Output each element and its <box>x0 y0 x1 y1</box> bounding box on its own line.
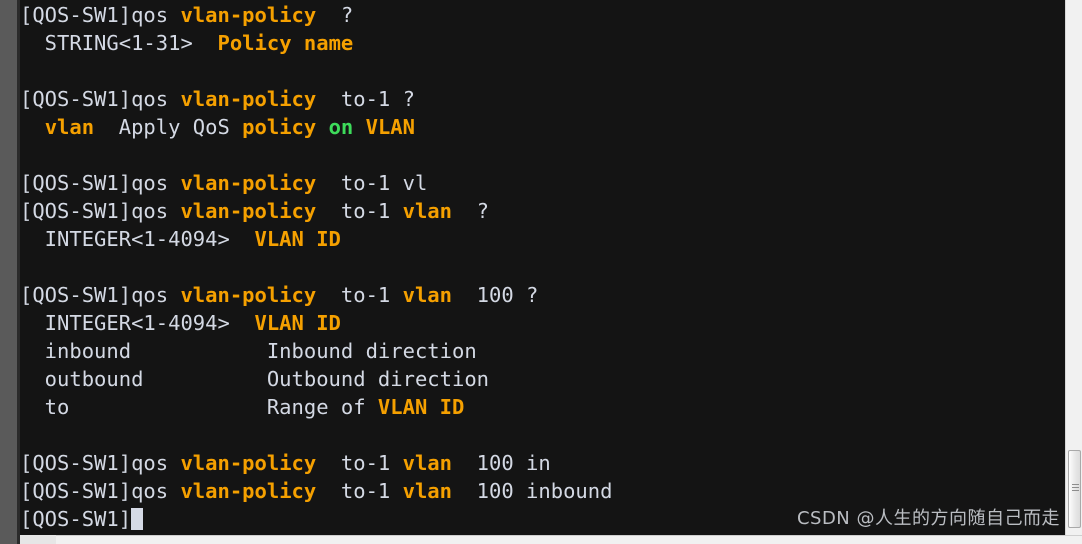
terminal-segment: to-1 <box>316 199 403 223</box>
terminal-segment: vlan <box>44 115 95 139</box>
terminal-segment: VLAN ID <box>254 227 341 251</box>
terminal-segment: vlan <box>402 283 452 307</box>
terminal-line-command: [QOS-SW1]qos vlan-policy to-1 vlan 100 i… <box>20 449 1082 477</box>
terminal-segment: ? <box>316 3 354 27</box>
terminal-segment: vlan-policy <box>180 199 317 223</box>
terminal-segment <box>20 423 32 447</box>
terminal-line-command: [QOS-SW1]qos vlan-policy to-1 ? <box>20 85 1082 113</box>
terminal-segment: INTEGER<1-4094> <box>20 311 255 335</box>
terminal-segment: vlan <box>402 451 452 475</box>
terminal-segment: STRING<1-31> <box>20 31 218 55</box>
terminal-segment: [QOS-SW1]qos <box>20 171 181 195</box>
terminal-segment: vlan <box>402 199 452 223</box>
csdn-watermark: CSDN @人生的方向随自己而走 <box>796 508 1060 529</box>
terminal-segment: ? <box>452 199 490 223</box>
terminal-segment: outbound Outbound direction <box>20 367 489 391</box>
terminal-line-help: STRING<1-31> Policy name <box>20 29 1082 57</box>
terminal-segment: to-1 <box>316 479 403 503</box>
terminal-segment: VLAN ID <box>377 395 465 419</box>
terminal-line-help: outbound Outbound direction <box>20 365 1082 393</box>
terminal-segment <box>353 115 365 139</box>
terminal-segment: VLAN ID <box>254 311 341 335</box>
terminal-segment: [QOS-SW1]qos <box>20 479 181 503</box>
terminal-segment: vlan-policy <box>180 451 317 475</box>
scrollbar-grip-icon <box>1072 484 1079 493</box>
terminal-segment: INTEGER<1-4094> <box>20 227 255 251</box>
terminal-line-help: to Range of VLAN ID <box>20 393 1082 421</box>
horizontal-scrollbar[interactable] <box>20 535 1082 544</box>
terminal-line-blank <box>20 57 1082 85</box>
terminal-segment: vlan-policy <box>180 171 317 195</box>
terminal-segment: to-1 ? <box>316 87 415 111</box>
terminal-line-command: [QOS-SW1]qos vlan-policy to-1 vl <box>20 169 1082 197</box>
terminal-line-command: [QOS-SW1]qos vlan-policy ? <box>20 1 1082 29</box>
terminal-line-help: vlan Apply QoS policy on VLAN <box>20 113 1082 141</box>
terminal-segment: [QOS-SW1]qos <box>20 199 181 223</box>
terminal-segment: to-1 <box>316 451 403 475</box>
terminal-segment: Policy name <box>217 31 354 55</box>
terminal-segment: [QOS-SW1]qos <box>20 451 181 475</box>
terminal-segment: [QOS-SW1] <box>20 507 132 531</box>
vertical-scrollbar-thumb[interactable] <box>1068 450 1081 528</box>
terminal-segment: vlan-policy <box>180 479 317 503</box>
terminal-segment: Apply QoS <box>94 115 243 139</box>
terminal-line-help: inbound Inbound direction <box>20 337 1082 365</box>
terminal-segment: inbound Inbound direction <box>20 339 477 363</box>
window-left-gutter <box>0 0 17 544</box>
terminal-segment: [QOS-SW1]qos <box>20 3 181 27</box>
terminal-segment: on <box>328 115 354 139</box>
terminal-segment <box>20 59 32 83</box>
text-cursor <box>131 508 144 530</box>
terminal-segment: [QOS-SW1]qos <box>20 87 181 111</box>
terminal-segment: policy <box>242 115 317 139</box>
terminal-segment: VLAN <box>365 115 415 139</box>
terminal-segment: vlan-policy <box>180 283 317 307</box>
terminal-line-blank <box>20 141 1082 169</box>
terminal-segment: to Range of <box>20 395 378 419</box>
terminal-line-command: [QOS-SW1]qos vlan-policy to-1 vlan 100 i… <box>20 477 1082 505</box>
terminal-segment <box>20 115 45 139</box>
terminal-segment: to-1 vl <box>316 171 428 195</box>
terminal-segment <box>316 115 328 139</box>
terminal-line-command: [QOS-SW1]qos vlan-policy to-1 vlan ? <box>20 197 1082 225</box>
terminal-segment: vlan <box>402 479 452 503</box>
terminal-line-blank <box>20 421 1082 449</box>
scrollbar-corner <box>20 535 56 544</box>
terminal-line-help: INTEGER<1-4094> VLAN ID <box>20 225 1082 253</box>
terminal-segment: 100 in <box>452 451 551 475</box>
vertical-scrollbar[interactable] <box>1065 0 1082 536</box>
terminal-window: [QOS-SW1]qos vlan-policy ? STRING<1-31> … <box>0 0 1082 544</box>
terminal-segment <box>20 255 32 279</box>
terminal-segment: [QOS-SW1]qos <box>20 283 181 307</box>
terminal-line-help: INTEGER<1-4094> VLAN ID <box>20 309 1082 337</box>
terminal-line-blank <box>20 253 1082 281</box>
terminal-segment: vlan-policy <box>180 87 317 111</box>
terminal-segment <box>20 143 32 167</box>
terminal-line-command: [QOS-SW1]qos vlan-policy to-1 vlan 100 ? <box>20 281 1082 309</box>
terminal-segment: 100 inbound <box>452 479 613 503</box>
terminal-segment: vlan-policy <box>180 3 317 27</box>
terminal-segment: 100 ? <box>452 283 539 307</box>
terminal-output-area[interactable]: [QOS-SW1]qos vlan-policy ? STRING<1-31> … <box>20 0 1082 544</box>
terminal-segment: to-1 <box>316 283 403 307</box>
